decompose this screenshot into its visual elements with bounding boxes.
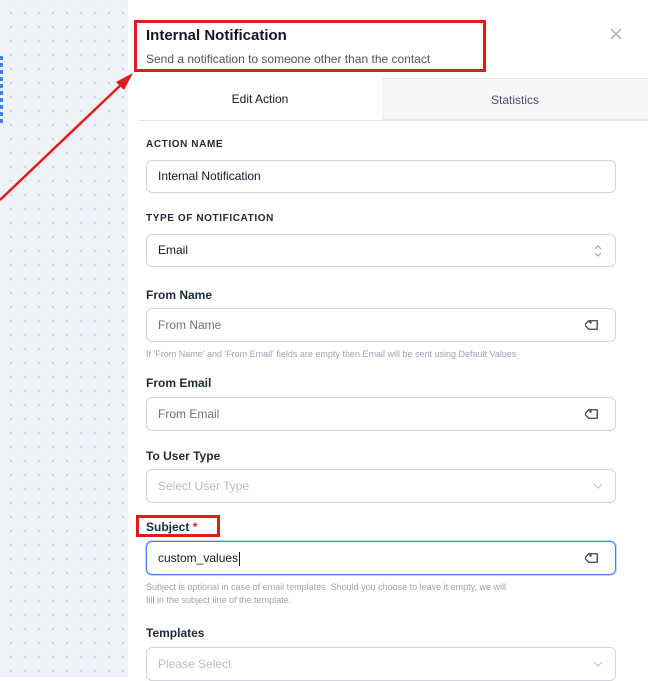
templates-label: Templates (146, 626, 205, 640)
notification-type-select[interactable]: Email (146, 234, 616, 267)
tag-icon[interactable] (585, 406, 601, 422)
subject-helper-text: Subject is optional in case of email tem… (146, 581, 616, 607)
subject-helper-line-1: Subject is optional in case of email tem… (146, 582, 507, 592)
subject-helper-line-2: fill in the subject line of the template… (146, 595, 292, 605)
action-panel: Internal Notification Send a notificatio… (128, 0, 648, 681)
required-mark: * (192, 520, 198, 534)
from-name-label: From Name (146, 288, 213, 302)
from-name-placeholder: From Name (158, 318, 222, 332)
tag-icon[interactable] (585, 317, 601, 333)
chevron-down-icon (593, 661, 603, 667)
tag-icon[interactable] (585, 550, 601, 566)
canvas-edge-indicator (0, 56, 3, 124)
templates-placeholder: Please Select (158, 657, 232, 671)
notification-type-value: Email (158, 243, 189, 257)
from-name-input[interactable]: From Name (146, 308, 616, 342)
action-name-value: Internal Notification (158, 169, 261, 183)
to-user-type-label: To User Type (146, 449, 221, 463)
from-email-placeholder: From Email (158, 407, 220, 421)
tab-statistics[interactable]: Statistics (382, 78, 648, 120)
notification-type-label: TYPE OF NOTIFICATION (146, 213, 274, 224)
tab-edit-action[interactable]: Edit Action (138, 78, 383, 120)
chevron-updown-icon (594, 245, 602, 257)
to-user-type-select[interactable]: Select User Type (146, 469, 616, 503)
subject-value: custom_values (158, 551, 239, 565)
action-name-label: ACTION NAME (146, 139, 224, 150)
from-email-input[interactable]: From Email (146, 397, 616, 431)
to-user-type-placeholder: Select User Type (158, 479, 250, 493)
from-email-label: From Email (146, 376, 212, 390)
subject-input[interactable]: custom_values (146, 541, 616, 575)
canvas-background (0, 0, 128, 677)
subject-label-text: Subject (146, 520, 190, 534)
chevron-down-icon (593, 483, 603, 489)
close-icon[interactable] (606, 24, 626, 44)
panel-title: Internal Notification (146, 27, 287, 44)
text-cursor (239, 551, 241, 566)
from-fields-helper-text: If 'From Name' and 'From Email' fields a… (146, 349, 517, 359)
action-name-input[interactable]: Internal Notification (146, 160, 616, 193)
templates-select[interactable]: Please Select (146, 647, 616, 681)
tab-bar: Edit Action Statistics (138, 78, 648, 121)
panel-subtitle: Send a notification to someone other tha… (146, 52, 431, 66)
subject-label: Subject * (146, 520, 197, 534)
